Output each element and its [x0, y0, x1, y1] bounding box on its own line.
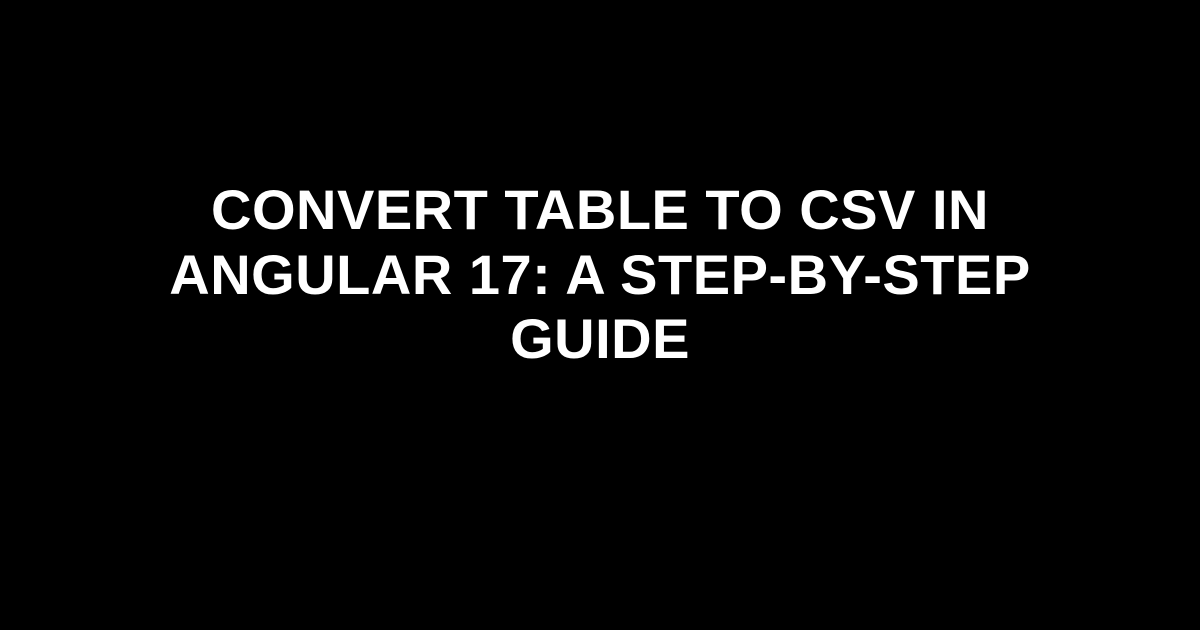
page-title: Convert Table to CSV in Angular 17: A St…: [80, 178, 1120, 371]
title-container: Convert Table to CSV in Angular 17: A St…: [0, 178, 1200, 371]
